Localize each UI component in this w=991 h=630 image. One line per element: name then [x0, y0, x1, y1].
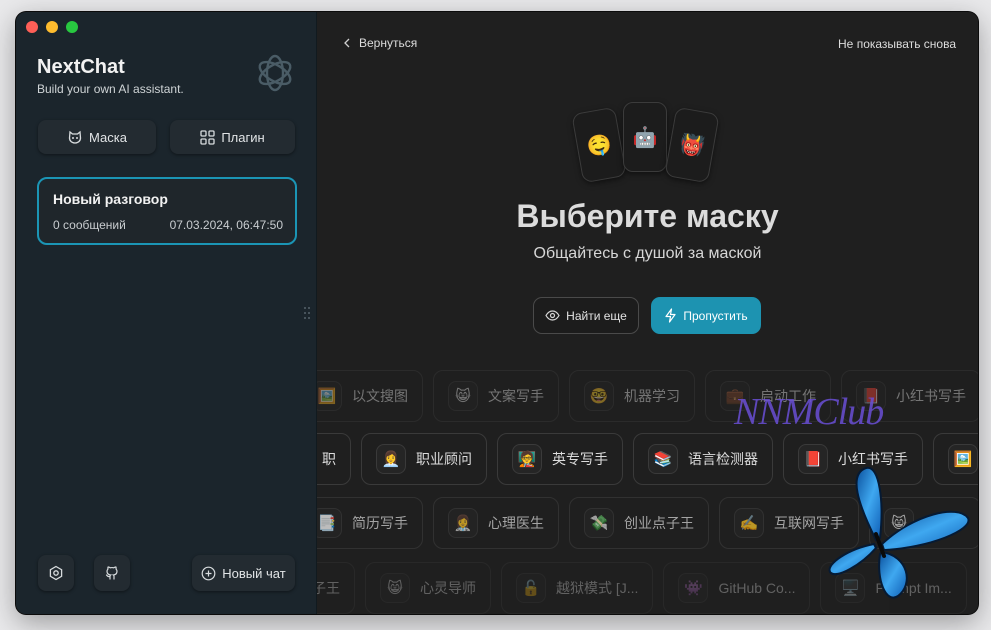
- mask-chip-label: 小红书写手: [896, 388, 966, 404]
- mask-avatar-icon: 👾: [678, 573, 709, 603]
- app-title: NextChat: [37, 56, 125, 78]
- mask-chip[interactable]: 🔓 越狱模式 [J...: [501, 562, 654, 614]
- dont-show-again-button[interactable]: Не показывать снова: [838, 37, 956, 51]
- sidebar: NextChat Build your own AI assistant. Ма…: [16, 12, 317, 614]
- mask-avatar-icon: 💸: [584, 508, 614, 538]
- mask-avatar-icon: 👩‍⚕️: [448, 508, 478, 538]
- mask-chip[interactable]: 😸 心灵导师: [365, 562, 491, 614]
- mask-avatar-icon: 🖼️: [317, 381, 342, 411]
- chat-title: Новый разговор: [53, 191, 168, 207]
- minimize-window-button[interactable]: [46, 21, 58, 33]
- find-more-button[interactable]: Найти еще: [533, 297, 639, 334]
- mask-chip[interactable]: 📚 语言检测器: [633, 433, 773, 485]
- mask-chip[interactable]: 😸 文案写手: [433, 370, 559, 422]
- mask-chip-label: 以文搜图: [352, 388, 408, 404]
- window-controls: [26, 21, 78, 33]
- butterfly-image: [828, 466, 970, 599]
- eye-icon: [545, 310, 560, 321]
- find-more-label: Найти еще: [566, 308, 627, 323]
- mask-avatar-icon: 😸: [380, 573, 410, 603]
- chat-list-item[interactable]: Новый разговор 0 сообщений 07.03.2024, 0…: [37, 177, 297, 245]
- mask-chip-label: 创业点子王: [624, 515, 694, 531]
- mask-avatar-icon: 🔓: [516, 573, 546, 603]
- github-button[interactable]: [94, 555, 130, 591]
- openai-logo-icon: [258, 54, 292, 92]
- new-chat-button[interactable]: Новый чат: [192, 555, 295, 591]
- mask-icon: [68, 130, 82, 144]
- chat-message-count: 0 сообщений: [53, 218, 126, 232]
- mask-chip-label: GitHub Co...: [718, 580, 796, 596]
- lightning-icon: [665, 308, 676, 323]
- mask-avatar-icon: 😸: [448, 381, 478, 411]
- page-title: Выберите маску: [516, 198, 779, 234]
- plugin-button-label: Плагин: [221, 129, 265, 145]
- mask-avatar-icon: 👩‍💼: [376, 444, 406, 474]
- mask-chip[interactable]: 🖼️ 以文搜图: [317, 370, 423, 422]
- mask-chip-label: 职: [322, 451, 336, 467]
- emoji-card: 👹: [664, 106, 720, 184]
- mask-avatar-icon: 🧑‍🏫: [512, 444, 542, 474]
- mask-chip-label: 英专写手: [552, 451, 608, 467]
- mask-chip-label: 心灵导师: [420, 580, 476, 596]
- plus-circle-icon: [201, 566, 216, 580]
- emoji-cards: 🤤 🤖 👹: [571, 102, 723, 184]
- back-label: Вернуться: [359, 36, 418, 50]
- mask-button[interactable]: Маска: [38, 120, 156, 154]
- zoom-window-button[interactable]: [66, 21, 78, 33]
- close-window-button[interactable]: [26, 21, 38, 33]
- mask-button-label: Маска: [89, 129, 127, 145]
- gear-icon: [49, 565, 63, 581]
- chevron-left-icon: [344, 38, 350, 48]
- mask-chip-label: 简历写手: [352, 515, 408, 531]
- mask-chip[interactable]: 👩‍💼 职业顾问: [361, 433, 487, 485]
- mask-chip-label: 机器学习: [624, 388, 680, 404]
- mask-chip-label: 职业顾问: [416, 451, 472, 467]
- mask-avatar-icon: 🤓: [584, 381, 614, 411]
- emoji-card: 🤖: [623, 102, 667, 172]
- mask-chip[interactable]: 👩‍⚕️ 心理医生: [433, 497, 559, 549]
- mask-avatar-icon: 📑: [317, 508, 342, 538]
- new-chat-label: Новый чат: [222, 565, 286, 581]
- settings-button[interactable]: [38, 555, 74, 591]
- mask-chip[interactable]: 🤓 机器学习: [569, 370, 695, 422]
- mask-chip[interactable]: 💸 创业点子王: [569, 497, 709, 549]
- skip-label: Пропустить: [683, 308, 748, 323]
- grid-icon: [200, 129, 215, 145]
- app-subtitle: Build your own AI assistant.: [37, 82, 184, 96]
- mask-chip[interactable]: 🧑‍🏫 英专写手: [497, 433, 623, 485]
- sidebar-drag-handle[interactable]: [303, 306, 313, 320]
- mask-chip[interactable]: 👩‍💼职: [317, 433, 351, 485]
- mask-chip-label: 越狱模式 [J...: [556, 580, 639, 596]
- mask-chip-label: 语言检测器: [688, 451, 758, 467]
- plugin-button[interactable]: Плагин: [170, 120, 295, 154]
- watermark-text: NNMClub: [734, 391, 884, 433]
- mask-chip-label: 子王: [317, 580, 340, 596]
- mask-chip-label: 心理医生: [488, 515, 544, 531]
- skip-button[interactable]: Пропустить: [651, 297, 761, 334]
- back-button[interactable]: Вернуться: [343, 36, 417, 50]
- emoji-card: 🤤: [571, 106, 627, 184]
- drag-handle-icon: [304, 307, 310, 319]
- mask-avatar-icon: ✍️: [734, 508, 764, 538]
- page-subtitle: Общайтесь с душой за маской: [533, 245, 762, 262]
- github-icon: [105, 566, 118, 580]
- mask-chip[interactable]: 👾 GitHub Co...: [663, 562, 811, 614]
- app-window: NextChat Build your own AI assistant. Ма…: [16, 12, 978, 614]
- mask-chip[interactable]: 📑 简历写手: [317, 497, 423, 549]
- mask-chip-label: 文案写手: [488, 388, 544, 404]
- chat-timestamp: 07.03.2024, 06:47:50: [169, 218, 283, 232]
- mask-chip[interactable]: 💸子王: [317, 562, 355, 614]
- mask-avatar-icon: 📚: [648, 444, 678, 474]
